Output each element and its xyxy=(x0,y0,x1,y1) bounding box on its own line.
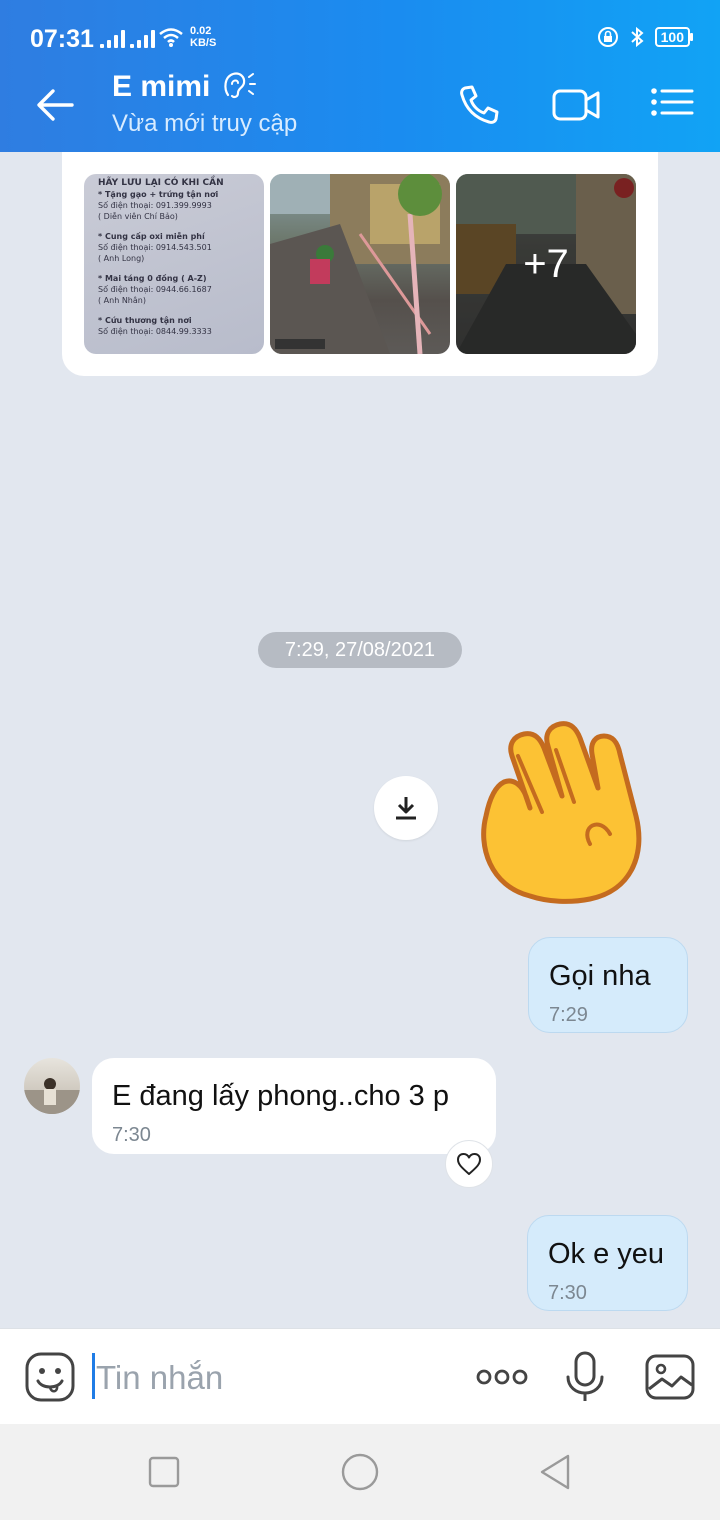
avatar[interactable] xyxy=(24,1058,80,1114)
message-time: 7:29 xyxy=(549,1004,588,1026)
message-composer: Tin nhắn xyxy=(0,1328,720,1424)
presence-status: Vừa mới truy cập xyxy=(112,110,298,137)
message-outgoing[interactable]: Gọi nha 7:29 xyxy=(528,937,688,1033)
heart-icon xyxy=(457,1153,481,1175)
home-icon[interactable] xyxy=(340,1452,380,1492)
photo-thumbnail-street[interactable] xyxy=(270,174,450,354)
date-separator: 7:29, 27/08/2021 xyxy=(258,632,462,668)
avatar-photo xyxy=(24,1078,80,1114)
signal-icon xyxy=(100,28,125,48)
street-photo xyxy=(270,174,450,354)
chat-app-bar: E mimi Vừa mới truy cập xyxy=(0,56,720,152)
message-text: E đang lấy phong..cho 3 p xyxy=(112,1080,449,1112)
notice-line: * Tặng gạo + trứng tận nơi xyxy=(98,190,219,199)
notice-line: Số điện thoại: 0944.66.1687 xyxy=(98,285,212,294)
microphone-icon[interactable] xyxy=(562,1351,608,1403)
bluetooth-icon xyxy=(630,26,644,48)
notice-line: ( Diễn viên Chí Bảo) xyxy=(98,212,178,221)
waving-hand-sticker[interactable] xyxy=(470,716,670,906)
image-gallery-icon[interactable] xyxy=(644,1351,696,1403)
message-outgoing[interactable]: Ok e yeu 7:30 xyxy=(527,1215,688,1311)
back-nav-icon[interactable] xyxy=(536,1452,576,1492)
system-navigation-bar xyxy=(0,1424,720,1520)
more-photos-count: +7 xyxy=(456,174,636,354)
network-speed-value: 0.02 xyxy=(190,25,212,37)
recent-apps-icon[interactable] xyxy=(144,1452,184,1492)
status-time: 07:31 xyxy=(30,25,94,53)
image-group-message: HÃY LƯU LẠI CÓ KHI CẦN * Tặng gạo + trứn… xyxy=(62,152,658,376)
arrow-left-icon[interactable] xyxy=(34,84,76,126)
contact-name[interactable]: E mimi xyxy=(112,70,210,104)
signal-icon-2 xyxy=(130,28,155,48)
message-incoming[interactable]: E đang lấy phong..cho 3 p 7:30 xyxy=(92,1058,496,1154)
message-time: 7:30 xyxy=(548,1282,587,1304)
download-button[interactable] xyxy=(374,776,438,840)
react-heart-button[interactable] xyxy=(445,1140,493,1188)
message-input[interactable]: Tin nhắn xyxy=(96,1359,223,1397)
message-text: Gọi nha xyxy=(549,960,651,992)
notice-line: ( Anh Nhân) xyxy=(98,296,146,305)
notice-line: * Mai táng 0 đồng ( A-Z) xyxy=(98,274,207,283)
notice-line: * Cung cấp oxi miễn phí xyxy=(98,232,205,241)
notice-line: Số điện thoại: 0914.543.501 xyxy=(98,243,212,252)
message-text: Ok e yeu xyxy=(548,1238,665,1270)
photo-notice-text: HÃY LƯU LẠI CÓ KHI CẦN * Tặng gạo + trứn… xyxy=(84,174,264,341)
message-time: 7:30 xyxy=(112,1124,151,1146)
battery-indicator: 100 xyxy=(654,27,694,47)
lock-rotation-icon xyxy=(597,27,618,47)
video-camera-icon[interactable] xyxy=(552,82,602,128)
more-dots-icon[interactable] xyxy=(474,1351,530,1403)
network-speed: 0.02 KB/S xyxy=(190,25,216,49)
text-cursor xyxy=(92,1353,95,1399)
header-bar: 07:31 0.02 KB/S 100 E mimi Vừa mới truy … xyxy=(0,0,720,152)
photo-thumbnail-more[interactable]: +7 xyxy=(456,174,636,354)
ear-icon xyxy=(224,72,256,99)
status-bar: 07:31 0.02 KB/S 100 xyxy=(0,0,720,56)
list-menu-icon[interactable] xyxy=(650,82,694,128)
wifi-icon xyxy=(159,28,183,47)
notice-line: HÃY LƯU LẠI CÓ KHI CẦN xyxy=(98,178,224,188)
emoji-face-icon[interactable] xyxy=(24,1351,76,1403)
notice-line: Số điện thoại: 0844.99.3333 xyxy=(98,327,212,336)
notice-line: * Cứu thương tận nơi xyxy=(98,316,192,325)
status-right: 100 xyxy=(597,26,694,48)
notice-line: ( Anh Long) xyxy=(98,254,145,263)
phone-icon[interactable] xyxy=(456,82,502,128)
photo-thumbnail-notice[interactable]: HÃY LƯU LẠI CÓ KHI CẦN * Tặng gạo + trứn… xyxy=(84,174,264,354)
notice-line: Số điện thoại: 091.399.9993 xyxy=(98,201,212,210)
download-icon xyxy=(396,797,416,820)
network-speed-unit: KB/S xyxy=(190,37,217,49)
